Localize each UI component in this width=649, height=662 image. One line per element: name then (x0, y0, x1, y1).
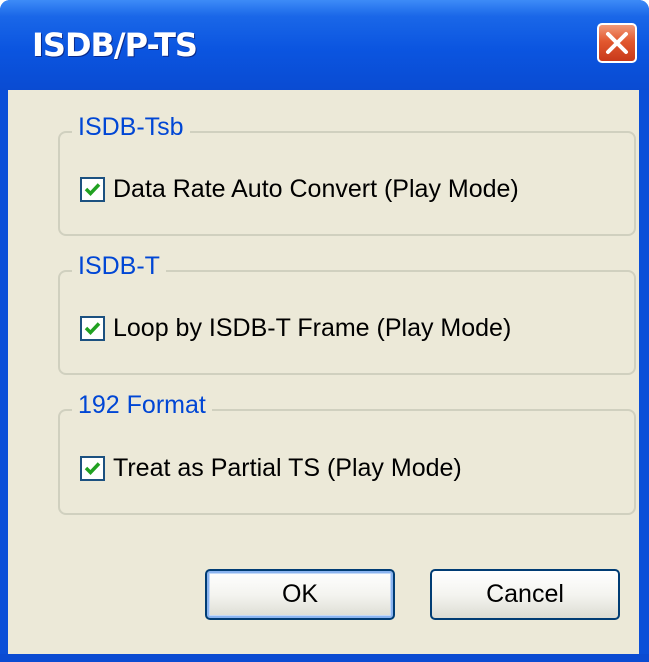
group-isdb-tsb: ISDB-Tsb Data Rate Auto Convert (Play Mo… (58, 113, 636, 236)
check-icon (84, 183, 101, 197)
checkbox-box[interactable] (80, 456, 105, 481)
ok-button[interactable]: OK (205, 569, 395, 620)
dialog-title: ISDB/P-TS (32, 26, 198, 64)
window-bottom-border (0, 654, 649, 662)
group-isdb-t: ISDB-T Loop by ISDB-T Frame (Play Mode) (58, 252, 636, 375)
cancel-button[interactable]: Cancel (430, 569, 620, 620)
close-icon (606, 32, 628, 54)
group-label-192-format: 192 Format (72, 391, 212, 420)
checkbox-label: Loop by ISDB-T Frame (Play Mode) (113, 314, 512, 342)
dialog-window: ISDB/P-TS ISDB-Tsb Data Rate Auto Conver… (0, 0, 649, 662)
check-icon (84, 462, 101, 476)
checkbox-box[interactable] (80, 177, 105, 202)
group-192-format: 192 Format Treat as Partial TS (Play Mod… (58, 391, 636, 515)
checkbox-loop-by-isdb-t-frame[interactable]: Loop by ISDB-T Frame (Play Mode) (80, 314, 511, 343)
close-button[interactable] (597, 23, 637, 63)
group-label-isdb-tsb: ISDB-Tsb (72, 113, 190, 142)
group-label-isdb-t: ISDB-T (72, 252, 166, 281)
checkbox-box[interactable] (80, 316, 105, 341)
check-icon (84, 322, 101, 336)
dialog-body: ISDB-Tsb Data Rate Auto Convert (Play Mo… (8, 90, 639, 654)
checkbox-label: Data Rate Auto Convert (Play Mode) (113, 175, 519, 203)
title-bar[interactable]: ISDB/P-TS (0, 0, 649, 90)
checkbox-data-rate-auto-convert[interactable]: Data Rate Auto Convert (Play Mode) (80, 175, 519, 204)
checkbox-treat-as-partial-ts[interactable]: Treat as Partial TS (Play Mode) (80, 454, 462, 483)
checkbox-label: Treat as Partial TS (Play Mode) (113, 454, 462, 482)
